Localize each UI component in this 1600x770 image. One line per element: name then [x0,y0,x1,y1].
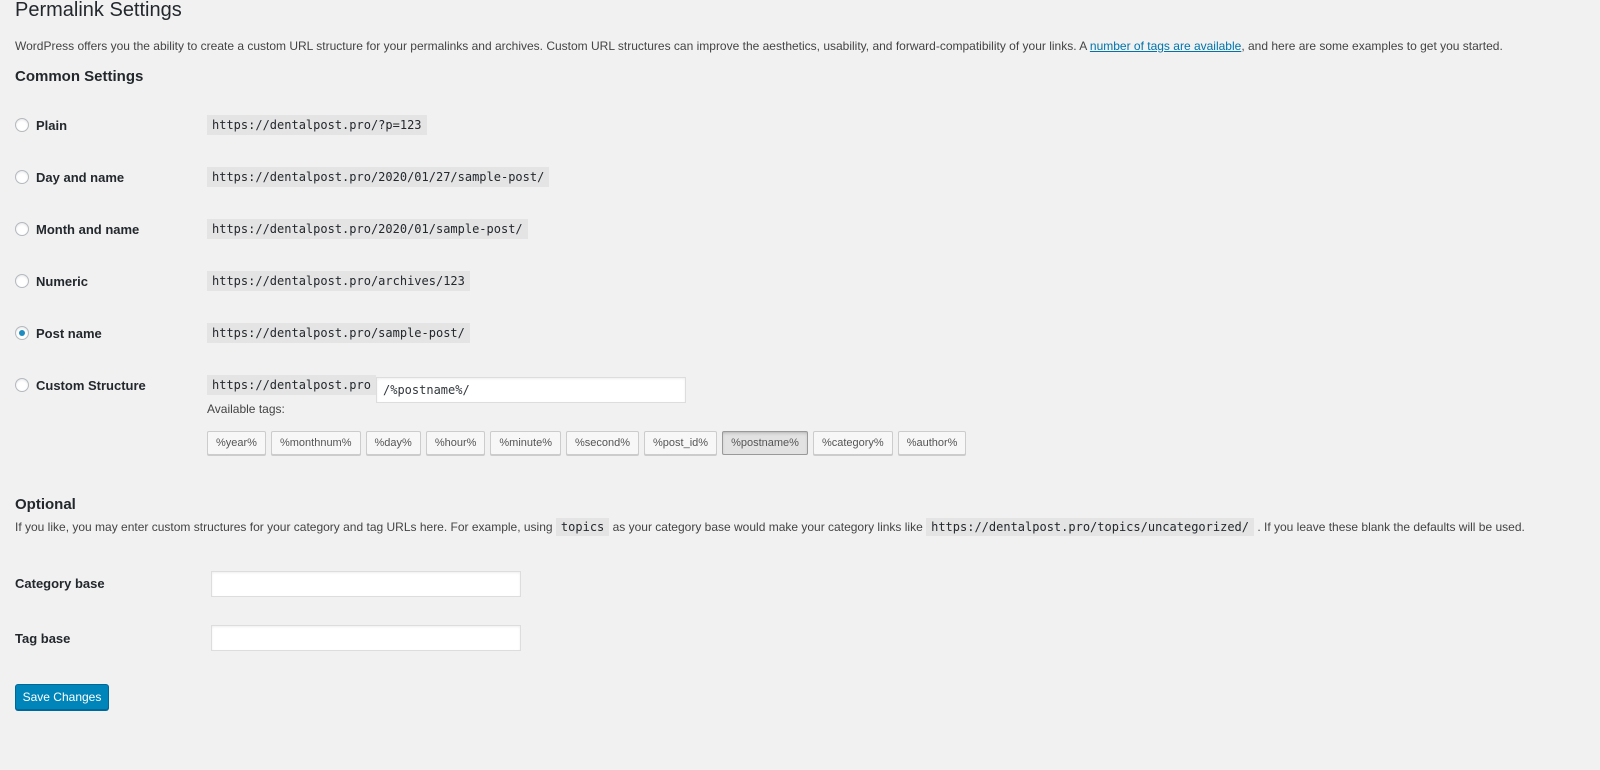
url-example-month-and-name: https://dentalpost.pro/2020/01/sample-po… [207,219,528,239]
tag-button-year[interactable]: %year% [207,431,266,455]
tag-button-category[interactable]: %category% [812,431,893,455]
intro-before: WordPress offers you the ability to crea… [15,39,1090,53]
option-label-plain: Plain [36,118,68,133]
available-tags-label: Available tags: [207,402,285,416]
url-example-numeric: https://dentalpost.pro/archives/123 [207,271,470,291]
custom-structure-input[interactable]: /%postname%/ [376,377,686,403]
category-base-input[interactable] [211,571,521,597]
tag-button-author[interactable]: %author% [897,431,967,455]
optional-heading: Optional [15,496,76,513]
tag-button-second[interactable]: %second% [565,431,640,455]
option-label-day-and-name: Day and name [36,170,125,185]
page-title: Permalink Settings [15,0,182,21]
intro-text: WordPress offers you the ability to crea… [15,38,1503,54]
save-changes-button[interactable]: Save Changes [15,684,109,710]
radio-post-name[interactable] [15,326,29,340]
code-category-example: https://dentalpost.pro/topics/uncategori… [926,518,1254,536]
custom-structure-prefix: https://dentalpost.pro [207,375,376,395]
radio-day-and-name[interactable] [15,170,29,184]
option-label-post-name: Post name [36,326,102,341]
radio-custom-structure[interactable] [15,378,29,392]
tag-base-input[interactable] [211,625,521,651]
url-example-post-name: https://dentalpost.pro/sample-post/ [207,323,470,343]
radio-plain[interactable] [15,118,29,132]
tag-button-postname[interactable]: %postname% [722,431,808,455]
optional-description: If you like, you may enter custom struct… [15,517,1525,537]
code-topics: topics [555,518,610,536]
intro-after: , and here are some examples to get you … [1241,39,1503,53]
url-example-day-and-name: https://dentalpost.pro/2020/01/27/sample… [207,167,550,187]
option-label-custom-structure: Custom Structure [36,378,146,393]
tag-button-monthnum[interactable]: %monthnum% [270,431,361,455]
url-example-plain: https://dentalpost.pro/?p=123 [207,115,427,135]
option-label-month-and-name: Month and name [36,222,140,237]
available-tags: %year% %monthnum% %day% %hour% %minute% … [207,431,967,455]
common-settings-heading: Common Settings [15,68,144,85]
tag-base-label: Tag base [15,631,71,646]
tag-button-minute[interactable]: %minute% [490,431,561,455]
optional-desc-part-1: If you like, you may enter custom struct… [15,520,556,534]
tag-button-post-id[interactable]: %post_id% [644,431,718,455]
tags-available-link[interactable]: number of tags are available [1090,39,1241,53]
category-base-label: Category base [15,576,105,591]
optional-desc-part-3: . If you leave these blank the defaults … [1254,520,1525,534]
tag-button-day[interactable]: %day% [365,431,421,455]
option-label-numeric: Numeric [36,274,89,289]
optional-desc-part-2: as your category base would make your ca… [609,520,927,534]
radio-numeric[interactable] [15,274,29,288]
radio-month-and-name[interactable] [15,222,29,236]
tag-button-hour[interactable]: %hour% [425,431,486,455]
